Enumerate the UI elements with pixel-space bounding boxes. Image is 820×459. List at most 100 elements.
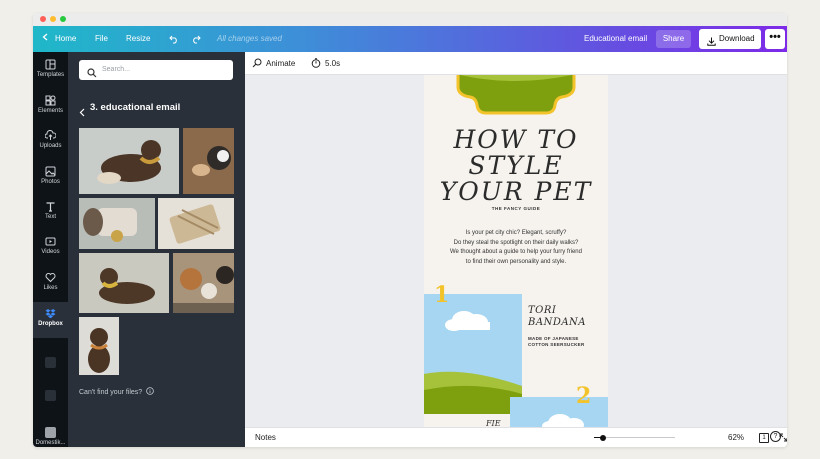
sky-illustration (510, 397, 608, 427)
share-button[interactable]: Share (656, 30, 691, 48)
item-name-line: BANDANA (528, 317, 587, 328)
body-line: Is your pet city chic? Elegant, scruffy? (465, 230, 567, 236)
elements-icon (45, 95, 56, 106)
body-line: to find their own personality and style. (465, 259, 567, 266)
download-label: Download (719, 34, 755, 43)
design-title-line[interactable]: STYLE (424, 153, 608, 179)
undo-button[interactable] (169, 26, 179, 52)
animate-button[interactable]: Animate (252, 52, 295, 77)
redo-button[interactable] (191, 26, 201, 52)
page-count-button[interactable]: 1 (759, 433, 769, 443)
sidebar-item-templates[interactable]: Templates (33, 59, 68, 78)
zoom-level[interactable]: 62% (728, 428, 744, 447)
app-window: Home File Resize All changes saved Educa… (33, 13, 787, 447)
body-line: Do they steal the spotlight on their dai… (453, 239, 579, 246)
sidebar-item-label: Dropbox (38, 321, 63, 327)
chevron-left-icon (42, 26, 48, 52)
duration-label: 5.0s (325, 59, 341, 68)
item-description-line: COTTON SEERSUCKER (528, 342, 585, 347)
photos-icon (45, 166, 56, 177)
item-description[interactable]: MADE OF JAPANESE COTTON SEERSUCKER (528, 336, 585, 348)
sidebar-item-placeholder-2[interactable] (33, 390, 68, 401)
step-number[interactable]: 2 (576, 383, 591, 409)
sidebar-item-likes[interactable]: Likes (33, 272, 68, 291)
zoom-slider[interactable] (594, 434, 675, 441)
download-button[interactable]: Download (699, 29, 761, 49)
top-menu-bar: Home File Resize All changes saved Educa… (33, 26, 787, 52)
maximize-window-icon[interactable] (60, 16, 66, 22)
dropbox-panel: Search... 3. educational email Can't fin… (68, 52, 245, 447)
app-thumbnail (45, 357, 56, 368)
sidebar-item-domestik[interactable]: Domestik... (33, 427, 68, 446)
more-options-button[interactable]: ••• (765, 29, 785, 49)
uploads-icon (45, 130, 56, 140)
search-input[interactable]: Search... (79, 60, 233, 80)
design-page[interactable]: HOW TO STYLE YOUR PET THE FANCY GUIDE Is… (424, 75, 608, 427)
animate-label: Animate (266, 59, 296, 68)
sidebar-item-photos[interactable]: Photos (33, 166, 68, 185)
cant-find-files-link[interactable]: Can't find your files? (79, 387, 154, 397)
editor-footer: Notes 62% 1 (245, 427, 787, 447)
notes-button[interactable]: Notes (255, 428, 276, 447)
design-body-text[interactable]: Is your pet city chic? Elegant, scruffy?… (424, 229, 608, 268)
home-button[interactable]: Home (42, 26, 76, 52)
sidebar-item-label: Text (44, 214, 56, 220)
design-title-line[interactable]: HOW TO (424, 127, 608, 153)
sidebar-item-label: Likes (43, 285, 58, 291)
photo-thumbnail[interactable] (79, 128, 179, 194)
sidebar-item-label: Videos (41, 249, 60, 255)
back-chevron-icon[interactable] (79, 104, 85, 122)
landscape-illustration (424, 294, 522, 414)
body-line: We thought about a guide to help your fu… (450, 249, 582, 256)
sidebar-item-dropbox[interactable]: Dropbox (33, 302, 68, 338)
close-window-icon[interactable] (40, 16, 46, 22)
templates-icon (45, 59, 56, 70)
design-subtitle[interactable]: THE FANCY GUIDE (424, 206, 608, 211)
photo-thumbnail[interactable] (183, 128, 234, 194)
sidebar-rail: Templates Elements Uploads Photos Text V… (33, 52, 68, 447)
sidebar-item-label: Uploads (39, 143, 62, 149)
save-status: All changes saved (217, 34, 282, 43)
design-title-line[interactable]: YOUR PET (424, 179, 608, 205)
duration-button[interactable]: 5.0s (311, 52, 340, 77)
item-name[interactable]: TORI BANDANA (528, 305, 586, 329)
minimize-window-icon[interactable] (50, 16, 56, 22)
editor-area: Animate 5.0s HOW TO STYLE YOUR PET THE F… (245, 52, 787, 447)
app-thumbnail (45, 390, 56, 401)
editor-toolbar: Animate 5.0s (245, 52, 787, 75)
photo-thumbnail[interactable] (79, 253, 169, 313)
help-icon[interactable]: ? (770, 431, 781, 442)
sidebar-item-videos[interactable]: Videos (33, 236, 68, 255)
zoom-slider-knob[interactable] (599, 434, 606, 441)
photo-thumbnail[interactable] (79, 317, 119, 375)
photo-thumbnail[interactable] (158, 198, 234, 249)
file-menu[interactable]: File (95, 26, 108, 52)
window-titlebar (33, 13, 787, 26)
cant-find-label: Can't find your files? (79, 389, 143, 396)
search-icon (87, 65, 97, 83)
search-placeholder: Search... (102, 66, 131, 73)
item-name-line: TORI (528, 305, 557, 316)
sidebar-item-label: Domestik... (35, 440, 66, 446)
folder-title: 3. educational email (90, 102, 181, 113)
timer-icon (311, 54, 321, 77)
header-hill-graphic (456, 75, 576, 115)
sidebar-item-placeholder-1[interactable] (33, 357, 68, 368)
resize-menu[interactable]: Resize (126, 26, 150, 52)
home-label: Home (55, 34, 77, 43)
sidebar-item-label: Photos (41, 179, 60, 185)
sidebar-item-label: Elements (37, 108, 63, 114)
heart-icon (45, 273, 56, 283)
photo-thumbnail[interactable] (79, 198, 155, 249)
photo-thumbnail[interactable] (173, 253, 234, 313)
sidebar-item-uploads[interactable]: Uploads (33, 130, 68, 149)
dropbox-icon (45, 309, 56, 319)
sidebar-item-text[interactable]: Text (33, 201, 68, 220)
document-title[interactable]: Educational email (584, 26, 647, 52)
sidebar-item-elements[interactable]: Elements (33, 95, 68, 114)
animate-icon (252, 54, 262, 77)
app-thumbnail (45, 427, 56, 438)
step-number[interactable]: 1 (434, 282, 449, 308)
item-name-peek[interactable]: FIE (486, 419, 501, 427)
redo-icon (191, 35, 201, 46)
